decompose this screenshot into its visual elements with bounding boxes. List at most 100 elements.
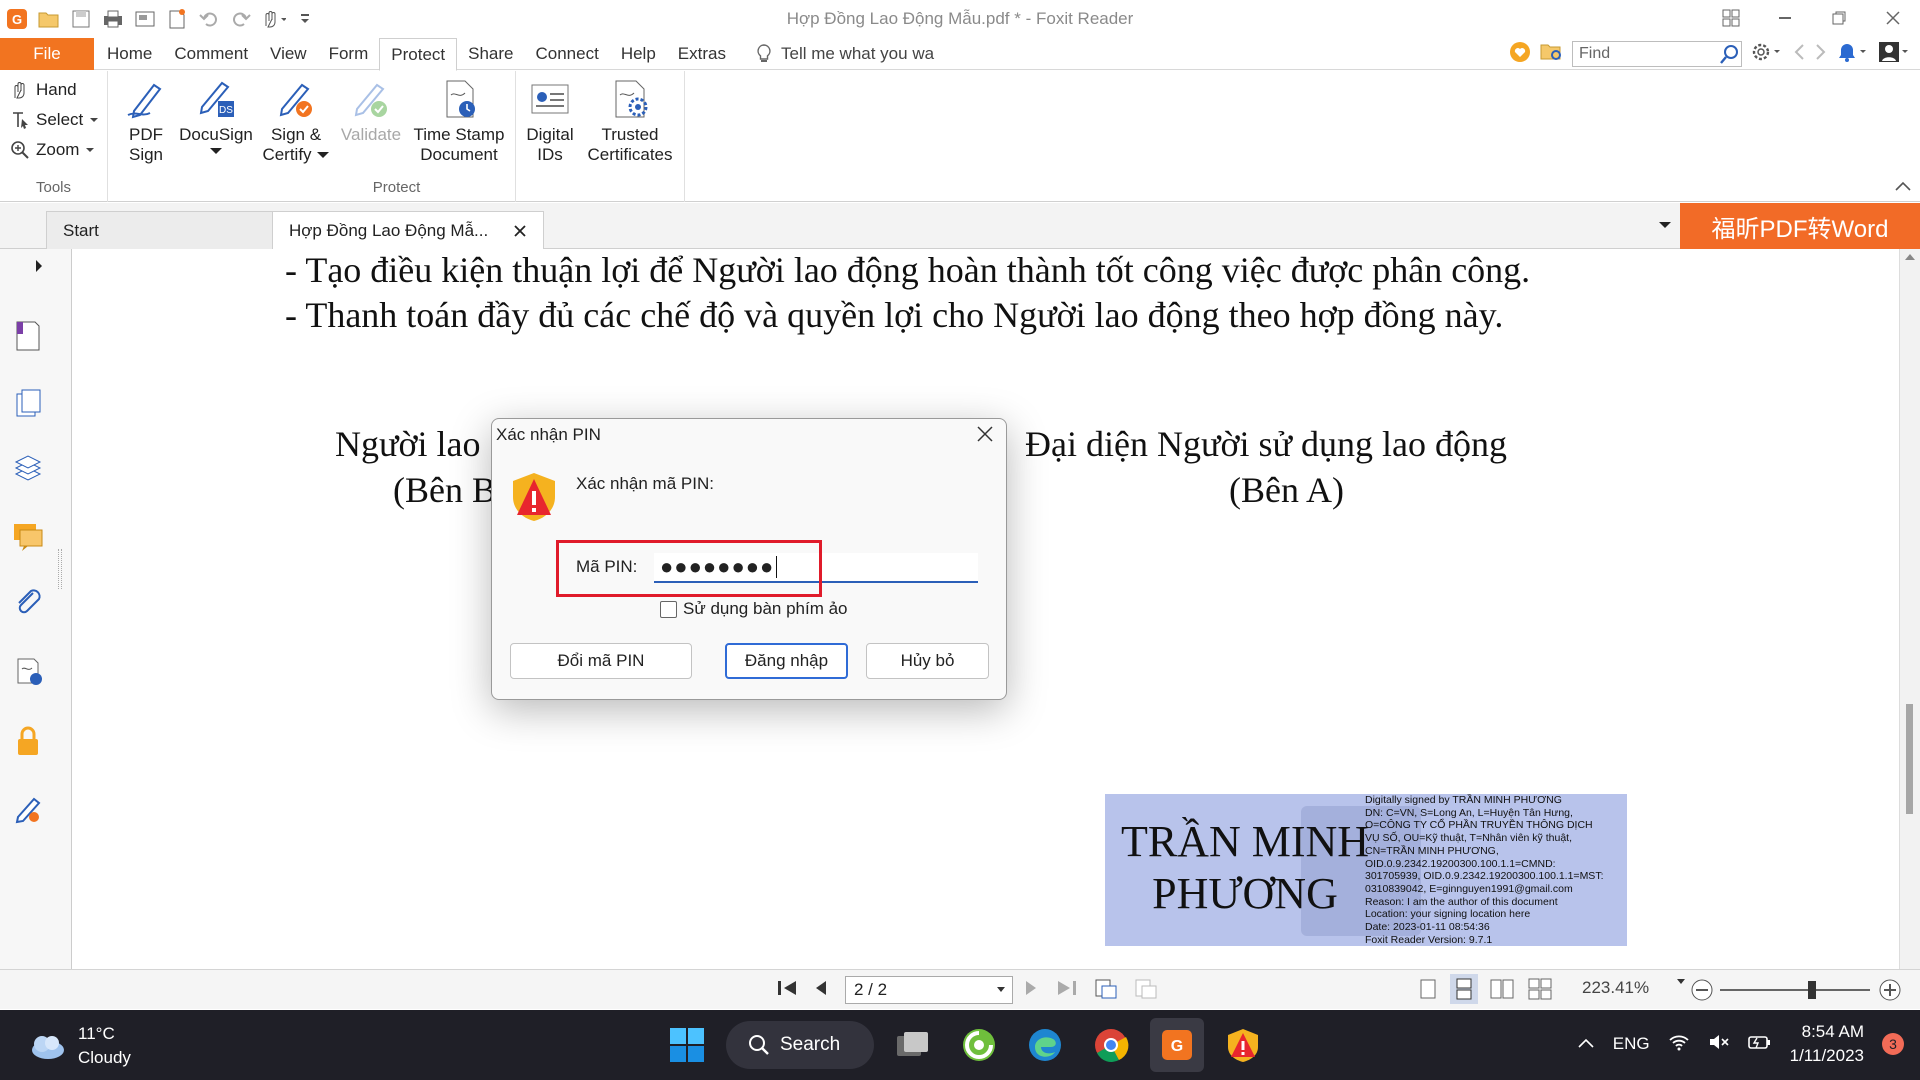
previous-view-icon[interactable] xyxy=(1094,978,1118,1000)
tab-document[interactable]: Hợp Đồng Lao Động Mẫ... xyxy=(272,211,544,249)
nav-back-icon[interactable] xyxy=(1792,42,1806,67)
cancel-button[interactable]: Hủy bỏ xyxy=(866,643,989,679)
dialog-close-button[interactable] xyxy=(976,423,994,449)
start-button[interactable] xyxy=(660,1018,714,1072)
foxit-reader-taskbar-icon[interactable]: G xyxy=(1150,1018,1204,1072)
tab-protect[interactable]: Protect xyxy=(379,38,458,71)
vertical-scrollbar[interactable] xyxy=(1899,249,1920,969)
browser-green-app-icon[interactable] xyxy=(952,1018,1006,1072)
nav-forward-icon[interactable] xyxy=(1814,42,1828,67)
scrollbar-thumb[interactable] xyxy=(1906,704,1913,814)
zoom-slider[interactable] xyxy=(1720,989,1870,991)
wifi-icon[interactable] xyxy=(1668,1033,1690,1056)
next-page-icon[interactable] xyxy=(1024,978,1038,998)
restore-button[interactable] xyxy=(1812,0,1866,36)
bell-icon[interactable] xyxy=(1836,41,1870,68)
search-icon[interactable] xyxy=(1719,43,1741,65)
next-view-icon[interactable] xyxy=(1134,978,1158,1000)
comments-icon[interactable] xyxy=(10,519,46,555)
previous-page-icon[interactable] xyxy=(814,978,828,998)
pdf-sign-button[interactable]: PDF Sign xyxy=(114,77,178,165)
digital-ids-button[interactable]: Digital IDs xyxy=(518,77,582,165)
zoom-tool[interactable]: Zoom xyxy=(0,135,107,165)
zoom-in-icon[interactable] xyxy=(1878,978,1902,1002)
panel-resize-handle[interactable] xyxy=(58,549,62,589)
zoom-level[interactable]: 223.41% xyxy=(1582,978,1649,998)
language-indicator[interactable]: ENG xyxy=(1613,1034,1650,1054)
select-tool[interactable]: Select xyxy=(0,105,107,135)
validate-button[interactable]: Validate xyxy=(335,77,407,145)
tab-share[interactable]: Share xyxy=(457,38,524,70)
signature-detail-line: Foxit Reader Version: 9.7.1 xyxy=(1365,933,1493,946)
search-folder-icon[interactable] xyxy=(1540,41,1564,68)
security-lock-icon[interactable] xyxy=(10,723,46,759)
taskbar-search[interactable]: Search xyxy=(726,1021,874,1069)
scroll-up-icon[interactable] xyxy=(1904,249,1916,267)
zoom-out-icon[interactable] xyxy=(1690,978,1714,1002)
virtual-keyboard-option[interactable]: Sử dụng bàn phím ảo xyxy=(660,599,848,619)
collapse-ribbon-icon[interactable] xyxy=(1894,179,1912,197)
tab-help[interactable]: Help xyxy=(610,38,667,70)
continuous-facing-view-icon[interactable] xyxy=(1528,978,1552,1000)
user-account-icon[interactable] xyxy=(1878,41,1912,68)
single-page-view-icon[interactable] xyxy=(1418,978,1438,1000)
zoom-dropdown-icon[interactable] xyxy=(1676,978,1686,986)
weather-widget[interactable]: 11°C Cloudy xyxy=(26,1022,131,1070)
sign-tool-icon[interactable] xyxy=(10,791,46,827)
heart-badge-icon[interactable] xyxy=(1508,40,1532,69)
tab-connect[interactable]: Connect xyxy=(525,38,610,70)
battery-icon[interactable] xyxy=(1747,1033,1772,1056)
select-text-icon xyxy=(13,112,28,129)
task-view-icon[interactable] xyxy=(886,1018,940,1072)
tab-document-label: Hợp Đồng Lao Động Mẫ... xyxy=(289,220,489,240)
trusted-certificates-button[interactable]: Trusted Certificates xyxy=(582,77,678,165)
pages-thumbnail-icon[interactable] xyxy=(10,385,46,421)
change-pin-button[interactable]: Đổi mã PIN xyxy=(510,643,692,679)
minimize-button[interactable] xyxy=(1758,0,1812,36)
tab-extras[interactable]: Extras xyxy=(667,38,737,70)
sign-certify-button[interactable]: Sign & Certify xyxy=(257,77,335,165)
pdf-to-word-promo[interactable]: 福昕PDF转Word xyxy=(1680,203,1920,249)
signing-app-taskbar-icon[interactable] xyxy=(1216,1018,1270,1072)
tell-me-search[interactable]: Tell me what you wa xyxy=(737,38,934,70)
chrome-browser-icon[interactable] xyxy=(1084,1018,1138,1072)
clock-date: 1/11/2023 xyxy=(1789,1046,1864,1065)
layers-icon[interactable] xyxy=(10,451,46,487)
docusign-button[interactable]: DS DocuSign xyxy=(176,77,256,157)
volume-muted-icon[interactable] xyxy=(1708,1033,1730,1056)
edge-browser-icon[interactable] xyxy=(1018,1018,1072,1072)
hand-tool[interactable]: Hand xyxy=(0,75,107,105)
find-box[interactable]: Find xyxy=(1572,41,1742,67)
continuous-view-icon[interactable] xyxy=(1450,974,1478,1004)
chevron-down-icon xyxy=(316,152,329,158)
close-window-button[interactable] xyxy=(1866,0,1920,36)
page-number-box[interactable]: 2 / 2 xyxy=(845,976,1013,1004)
tab-start[interactable]: Start xyxy=(46,211,274,249)
tab-view[interactable]: View xyxy=(259,38,318,70)
tab-list-dropdown[interactable] xyxy=(1658,217,1672,233)
tab-home[interactable]: Home xyxy=(96,38,163,70)
zoom-slider-handle[interactable] xyxy=(1808,981,1816,999)
notification-badge[interactable]: 3 xyxy=(1882,1033,1904,1055)
virtual-keyboard-checkbox[interactable] xyxy=(660,600,677,618)
last-page-icon[interactable] xyxy=(1056,978,1078,998)
clock[interactable]: 8:54 AM 1/11/2023 xyxy=(1790,1020,1864,1068)
ribbon-display-icon[interactable] xyxy=(1704,0,1758,36)
signature-panel-icon[interactable] xyxy=(10,653,46,689)
first-page-icon[interactable] xyxy=(776,978,798,998)
facing-view-icon[interactable] xyxy=(1490,978,1514,1000)
document-line-1: - Tạo điều kiện thuận lợi để Người lao đ… xyxy=(285,250,1531,290)
gear-icon[interactable] xyxy=(1750,41,1784,68)
file-tab[interactable]: File xyxy=(0,38,94,70)
digital-signature-field[interactable]: TRẦN MINH PHƯƠNG Digitally signed by TRẦ… xyxy=(1105,794,1627,946)
tab-form[interactable]: Form xyxy=(318,38,380,70)
bookmark-icon[interactable] xyxy=(10,317,46,353)
tray-overflow-icon[interactable] xyxy=(1577,1034,1595,1054)
close-tab-icon[interactable] xyxy=(513,224,527,238)
expand-panel-icon[interactable] xyxy=(34,259,44,278)
login-button[interactable]: Đăng nhập xyxy=(725,643,848,679)
validate-icon xyxy=(349,77,393,121)
time-stamp-button[interactable]: Time Stamp Document xyxy=(409,77,509,165)
attachment-icon[interactable] xyxy=(10,585,46,621)
tab-comment[interactable]: Comment xyxy=(163,38,259,70)
